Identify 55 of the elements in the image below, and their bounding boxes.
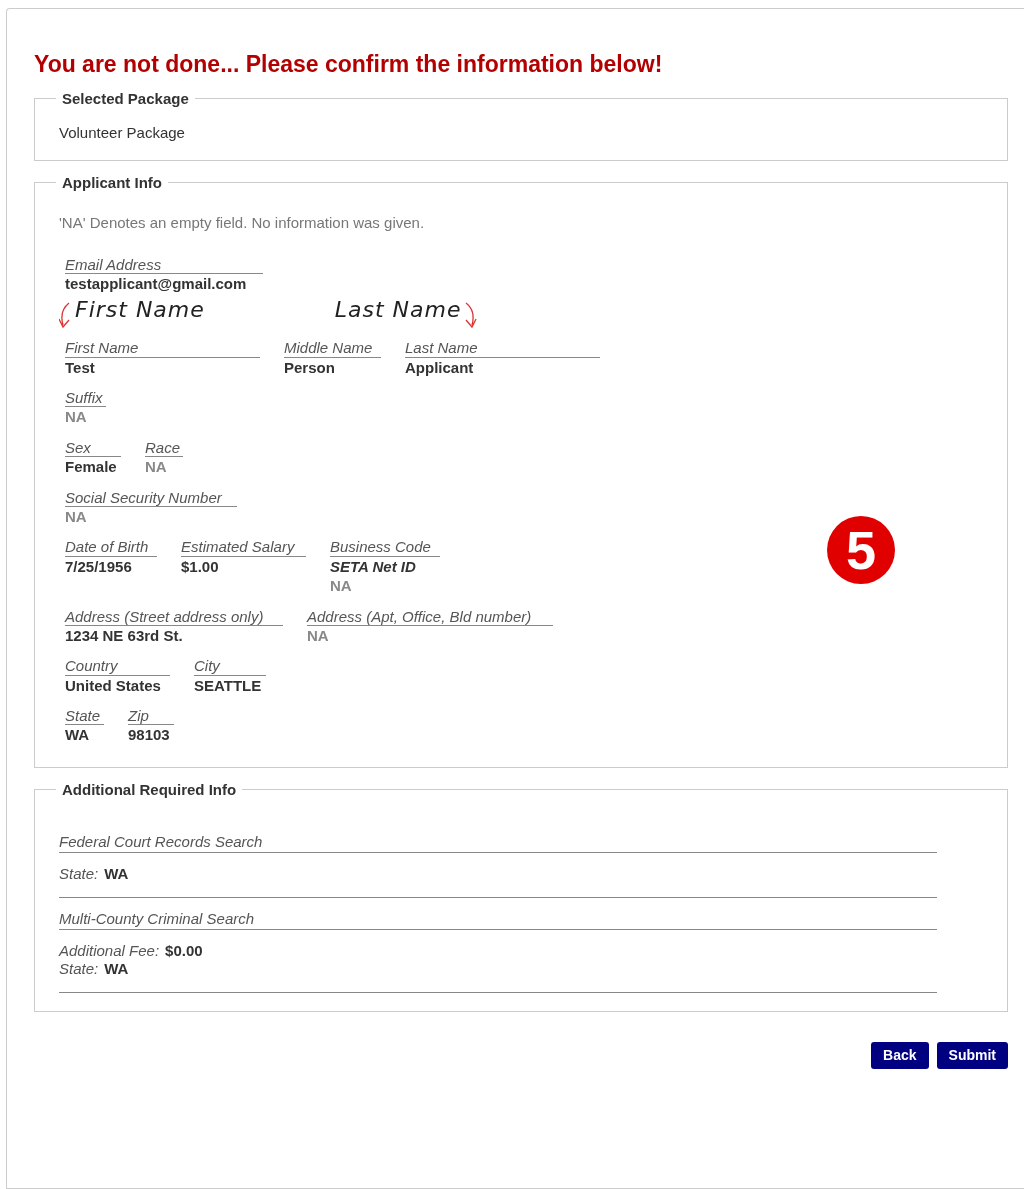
field-value: 7/25/1956 (65, 556, 133, 577)
section-legend: Additional Required Info (56, 781, 243, 797)
detail-value: WA (104, 864, 129, 882)
step-number-badge: 5 (827, 515, 895, 584)
search-title: Multi-County Criminal Search (59, 909, 937, 930)
field-label: Address (Apt, Office, Bld number) (307, 607, 553, 626)
empty-value: NA (65, 407, 88, 427)
empty-value: NA (307, 625, 330, 646)
detail-label: State: (59, 959, 99, 977)
detail-value: WA (104, 959, 129, 977)
field-label: Date of Birth (65, 538, 157, 557)
field-value: Applicant (405, 357, 475, 378)
field-value: SEATTLE (194, 675, 263, 696)
field-label: Middle Name (284, 339, 381, 358)
page-title: You are not done... Please confirm the information below! (34, 51, 664, 79)
arrow-icon (463, 301, 478, 330)
empty-value: NA (145, 457, 168, 477)
field-label: Address (Street address only) (65, 607, 283, 626)
field-label: Last Name (405, 339, 600, 358)
field-label: Suffix (65, 389, 106, 408)
submit-button[interactable]: Submit (936, 1041, 1008, 1069)
field-value: Female (65, 457, 118, 477)
field-label: First Name (65, 339, 260, 358)
package-name: Volunteer Package (59, 123, 186, 142)
field-value: SETA Net ID (330, 556, 417, 577)
field-label: Social Security Number (65, 488, 237, 507)
empty-field-note: 'NA' Denotes an empty field. No information was given. (59, 213, 426, 232)
field-label: Sex (65, 438, 121, 458)
field-value: Test (65, 357, 96, 378)
field-value: $1.00 (181, 556, 220, 577)
field-value: United States (65, 675, 162, 696)
field-label: City (194, 657, 266, 676)
empty-value: NA (65, 506, 88, 527)
field-label: Email Address (65, 255, 263, 274)
field-value: Person (284, 357, 336, 378)
detail-label: Additional Fee: (59, 941, 160, 959)
field-label: Country (65, 657, 170, 676)
field-value: testapplicant@gmail.com (65, 273, 248, 294)
empty-value: NA (330, 576, 353, 596)
handwritten-note: First Name (75, 297, 205, 324)
detail-label: State: (59, 864, 99, 882)
section-legend: Selected Package (56, 90, 195, 106)
field-value: 1234 NE 63rd St. (65, 625, 184, 646)
field-label: Estimated Salary (181, 538, 306, 557)
field-label: State (65, 707, 104, 726)
detail-value: $0.00 (165, 941, 203, 959)
field-label: Race (145, 438, 183, 458)
back-button[interactable]: Back (871, 1041, 929, 1069)
handwritten-note: Last Name (334, 297, 462, 324)
section-legend: Applicant Info (56, 174, 168, 190)
field-value: WA (65, 725, 91, 745)
search-title: Federal Court Records Search (59, 832, 937, 853)
field-label: Zip (128, 707, 174, 726)
field-label: Business Code (330, 538, 440, 557)
field-value: 98103 (128, 725, 171, 745)
